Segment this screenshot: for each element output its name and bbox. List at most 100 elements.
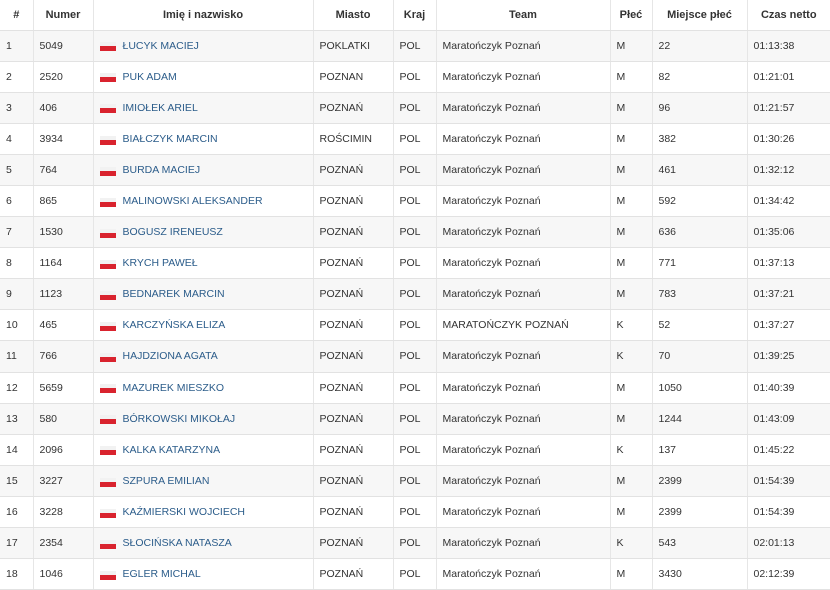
table-row[interactable]: 4 3934 BIAŁCZYK MARCIN ROŚCIMIN POL Maratończ… xyxy=(0,123,830,155)
cell-sex-place: 96 xyxy=(652,92,748,124)
poland-flag-icon xyxy=(99,135,116,145)
cell-country: POL xyxy=(393,465,437,497)
col-header-name[interactable]: Imię i nazwisko xyxy=(93,0,314,31)
cell-country: POL xyxy=(393,216,437,249)
cell-net-time: 01:34:42 xyxy=(747,185,830,218)
runner-name-link[interactable]: SZPURA EMILIAN xyxy=(123,475,210,487)
cell-team: Maratończyk Poznań xyxy=(436,154,611,186)
col-header-sex[interactable]: Płeć xyxy=(610,0,653,31)
cell-position: 8 xyxy=(0,247,34,280)
cell-city: ROŚCIMIN xyxy=(313,123,394,155)
cell-name: KAŹMIERSKI WOJCIECH xyxy=(93,496,314,529)
cell-net-time: 01:37:13 xyxy=(747,247,830,280)
runner-name-link[interactable]: KARCZYŃSKA ELIZA xyxy=(123,319,226,331)
col-header-position[interactable]: # xyxy=(0,0,34,31)
cell-net-time: 01:21:01 xyxy=(747,61,830,93)
cell-number: 2520 xyxy=(33,61,94,93)
col-header-number[interactable]: Numer xyxy=(33,0,94,31)
col-header-team[interactable]: Team xyxy=(436,0,611,31)
cell-team: Maratończyk Poznań xyxy=(436,247,611,280)
table-row[interactable]: 9 1123 BEDNAREK MARCIN POZNAŃ POL Maratończyk… xyxy=(0,278,830,311)
table-row[interactable]: 5 764 BURDA MACIEJ POZNAŃ POL Maratończyk Poz… xyxy=(0,154,830,186)
table-row[interactable]: 2 2520 PUK ADAM POZNAN POL Maratończyk Poznań… xyxy=(0,61,830,93)
cell-net-time: 01:54:39 xyxy=(747,496,830,529)
cell-country: POL xyxy=(393,30,437,62)
cell-number: 764 xyxy=(33,154,94,186)
cell-name: HAJDZIONA AGATA xyxy=(93,340,314,373)
col-header-city[interactable]: Miasto xyxy=(313,0,394,31)
table-row[interactable]: 14 2096 KALKA KATARZYNA POZNAŃ POL Maratończy… xyxy=(0,434,830,466)
cell-net-time: 01:30:26 xyxy=(747,123,830,155)
cell-number: 1164 xyxy=(33,247,94,280)
cell-country: POL xyxy=(393,61,437,93)
cell-sex: M xyxy=(610,496,653,529)
table-row[interactable]: 7 1530 BOGUSZ IRENEUSZ POZNAŃ POL Maratończyk… xyxy=(0,216,830,249)
cell-sex-place: 592 xyxy=(652,185,748,218)
cell-position: 9 xyxy=(0,278,34,311)
table-row[interactable]: 16 3228 KAŹMIERSKI WOJCIECH POZNAŃ POL Marato… xyxy=(0,496,830,529)
cell-country: POL xyxy=(393,278,437,311)
runner-name-link[interactable]: EGLER MICHAL xyxy=(123,568,201,580)
poland-flag-icon xyxy=(99,73,116,83)
cell-name: KALKA KATARZYNA xyxy=(93,434,314,466)
runner-name-link[interactable]: BOGUSZ IRENEUSZ xyxy=(123,226,223,238)
runner-name-link[interactable]: PUK ADAM xyxy=(123,71,177,83)
cell-team: Maratończyk Poznań xyxy=(436,403,611,435)
cell-sex: M xyxy=(610,278,653,311)
cell-team: Maratończyk Poznań xyxy=(436,30,611,62)
table-row[interactable]: 11 766 HAJDZIONA AGATA POZNAŃ POL Maratończyk… xyxy=(0,340,830,373)
runner-name-link[interactable]: BÓRKOWSKI MIKOŁAJ xyxy=(123,413,236,425)
col-header-sex-place[interactable]: Miejsce płeć xyxy=(652,0,748,31)
cell-team: Maratończyk Poznań xyxy=(436,527,611,560)
cell-number: 3934 xyxy=(33,123,94,155)
cell-number: 1530 xyxy=(33,216,94,249)
runner-name-link[interactable]: MALINOWSKI ALEKSANDER xyxy=(123,195,263,207)
table-row[interactable]: 15 3227 SZPURA EMILIAN POZNAŃ POL Maratończyk… xyxy=(0,465,830,497)
cell-sex: M xyxy=(610,372,653,404)
runner-name-link[interactable]: SŁOCIŃSKA NATASZA xyxy=(123,537,232,549)
cell-name: BÓRKOWSKI MIKOŁAJ xyxy=(93,403,314,435)
cell-sex-place: 461 xyxy=(652,154,748,186)
runner-name-link[interactable]: ŁUCYK MACIEJ xyxy=(123,40,199,52)
cell-sex: M xyxy=(610,216,653,249)
runner-name-link[interactable]: KRYCH PAWEŁ xyxy=(123,257,198,269)
runner-name-link[interactable]: KAŹMIERSKI WOJCIECH xyxy=(123,506,246,518)
runner-name-link[interactable]: BURDA MACIEJ xyxy=(123,164,201,176)
poland-flag-icon xyxy=(99,446,116,456)
table-row[interactable]: 6 865 MALINOWSKI ALEKSANDER POZNAŃ POL Marato… xyxy=(0,185,830,218)
cell-net-time: 02:01:13 xyxy=(747,527,830,560)
cell-city: POKLATKI xyxy=(313,30,394,62)
poland-flag-icon xyxy=(99,42,116,52)
cell-country: POL xyxy=(393,434,437,466)
cell-sex: K xyxy=(610,527,653,560)
cell-team: MARATOŃCZYK POZNAŃ xyxy=(436,309,611,342)
cell-sex: M xyxy=(610,92,653,124)
runner-name-link[interactable]: IMIOŁEK ARIEL xyxy=(123,102,198,114)
runner-name-link[interactable]: KALKA KATARZYNA xyxy=(123,444,221,456)
cell-number: 5659 xyxy=(33,372,94,404)
table-row[interactable]: 17 2354 SŁOCIŃSKA NATASZA POZNAŃ POL Maratońc… xyxy=(0,527,830,560)
cell-name: BOGUSZ IRENEUSZ xyxy=(93,216,314,249)
cell-team: Maratończyk Poznań xyxy=(436,465,611,497)
col-header-net-time[interactable]: Czas netto xyxy=(747,0,830,31)
table-row[interactable]: 10 465 KARCZYŃSKA ELIZA POZNAŃ POL MARATOŃCZY… xyxy=(0,309,830,342)
cell-net-time: 02:12:39 xyxy=(747,558,830,590)
table-row[interactable]: 18 1046 EGLER MICHAL POZNAŃ POL Maratończyk P… xyxy=(0,558,830,590)
cell-sex-place: 2399 xyxy=(652,465,748,497)
runner-name-link[interactable]: MAZUREK MIESZKO xyxy=(123,382,225,394)
col-header-country[interactable]: Kraj xyxy=(393,0,437,31)
runner-name-link[interactable]: BEDNAREK MARCIN xyxy=(123,288,225,300)
table-row[interactable]: 8 1164 KRYCH PAWEŁ POZNAŃ POL Maratończyk Poz… xyxy=(0,247,830,280)
cell-team: Maratończyk Poznań xyxy=(436,496,611,529)
runner-name-link[interactable]: HAJDZIONA AGATA xyxy=(123,350,218,362)
runner-name-link[interactable]: BIAŁCZYK MARCIN xyxy=(123,133,218,145)
table-row[interactable]: 3 406 IMIOŁEK ARIEL POZNAŃ POL Maratończyk Po… xyxy=(0,92,830,124)
cell-position: 18 xyxy=(0,558,34,590)
table-row[interactable]: 12 5659 MAZUREK MIESZKO POZNAŃ POL Maratończy… xyxy=(0,372,830,404)
table-row[interactable]: 1 5049 ŁUCYK MACIEJ POKLATKI POL Maratończyk … xyxy=(0,30,830,62)
cell-position: 5 xyxy=(0,154,34,186)
table-row[interactable]: 13 580 BÓRKOWSKI MIKOŁAJ POZNAŃ POL Maratończ… xyxy=(0,403,830,435)
cell-country: POL xyxy=(393,340,437,373)
cell-net-time: 01:35:06 xyxy=(747,216,830,249)
cell-name: BURDA MACIEJ xyxy=(93,154,314,186)
